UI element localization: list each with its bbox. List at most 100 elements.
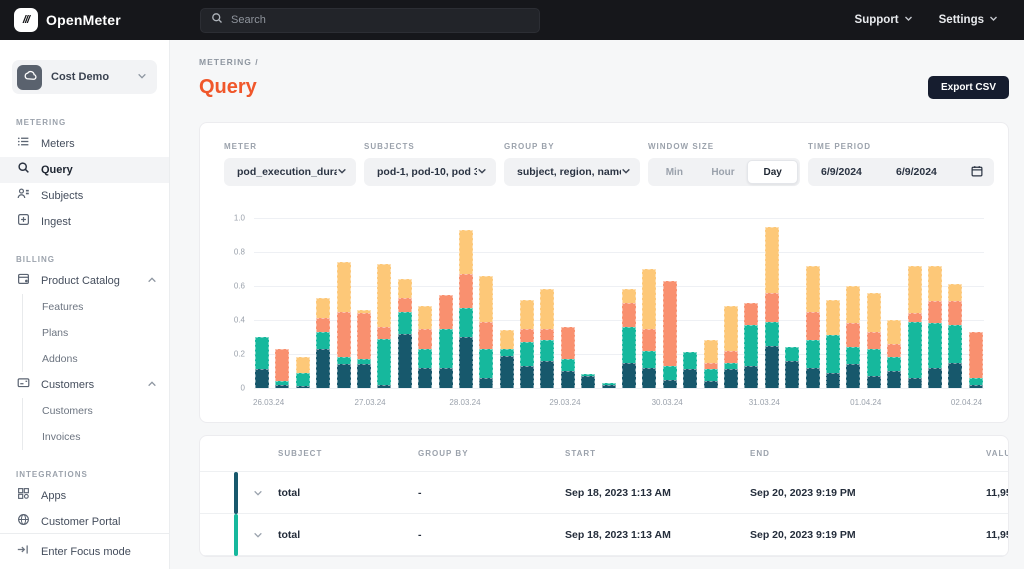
segment-navy xyxy=(948,362,963,388)
cell-end: Sep 20, 2023 9:19 PM xyxy=(750,487,856,499)
stacked-bar xyxy=(438,294,453,388)
segment-navy xyxy=(499,355,514,388)
column-header-group-by: GROUP BY xyxy=(418,449,469,458)
expand-row-button[interactable] xyxy=(238,530,278,540)
segment-salmon xyxy=(642,328,657,351)
sidebar-item-product-catalog[interactable]: Product Catalog xyxy=(0,268,169,294)
window-size-option-min[interactable]: Min xyxy=(650,160,699,184)
meter-select[interactable]: pod_execution_duration xyxy=(224,158,356,186)
brand[interactable]: /// OpenMeter xyxy=(0,8,186,32)
time-period-picker[interactable]: 6/9/2024 6/9/2024 xyxy=(808,158,994,186)
segment-teal xyxy=(723,362,738,370)
sub-items-product-catalog: Features Plans Addons xyxy=(22,294,169,372)
credit-card-icon xyxy=(17,376,30,394)
stacked-bar xyxy=(723,306,738,388)
chevron-down-icon xyxy=(621,166,631,179)
org-selector[interactable]: Cost Demo xyxy=(12,60,157,94)
sidebar-subitem-plans[interactable]: Plans xyxy=(23,320,169,346)
segment-amber xyxy=(907,265,922,314)
enter-focus-mode-button[interactable]: Enter Focus mode xyxy=(0,533,169,569)
group-by-select[interactable]: subject, region, namespace, lo xyxy=(504,158,640,186)
table-row[interactable]: total - Sep 18, 2023 1:13 AM Sep 20, 2023 9… xyxy=(200,472,1008,514)
plus-square-icon xyxy=(17,213,30,231)
globe-icon xyxy=(17,513,30,531)
segment-amber xyxy=(418,306,433,329)
segment-teal xyxy=(397,311,412,334)
segment-navy xyxy=(316,348,331,388)
stacked-bar xyxy=(560,326,575,388)
segment-salmon xyxy=(764,292,779,322)
window-size-option-hour[interactable]: Hour xyxy=(699,160,748,184)
table-row[interactable]: total - Sep 18, 2023 1:13 AM Sep 20, 2023 9… xyxy=(200,514,1008,556)
segment-teal xyxy=(927,323,942,368)
sidebar-item-apps[interactable]: Apps xyxy=(0,483,169,509)
segment-amber xyxy=(887,320,902,344)
sidebar-subitem-invoices[interactable]: Invoices xyxy=(23,424,169,450)
segment-salmon xyxy=(887,343,902,358)
stacked-bar xyxy=(458,229,473,388)
support-menu[interactable]: Support xyxy=(855,14,913,26)
stacked-bar xyxy=(581,374,596,388)
sidebar-item-ingest[interactable]: Ingest xyxy=(0,209,169,235)
calendar-icon[interactable] xyxy=(971,165,983,180)
segment-navy xyxy=(581,376,596,388)
segment-salmon xyxy=(846,323,861,348)
segment-navy xyxy=(968,384,983,388)
sidebar-subitem-features[interactable]: Features xyxy=(23,294,169,320)
y-axis-tick-label: 0.6 xyxy=(233,281,245,291)
sidebar-subitem-customers[interactable]: Customers xyxy=(23,398,169,424)
window-size-option-day[interactable]: Day xyxy=(747,160,799,184)
stacked-bar xyxy=(295,357,310,388)
segment-amber xyxy=(499,330,514,349)
segment-amber xyxy=(805,265,820,312)
sidebar-item-meters[interactable]: Meters xyxy=(0,131,169,157)
segment-salmon xyxy=(520,328,535,343)
sidebar-item-customers[interactable]: Customers xyxy=(0,372,169,398)
segment-navy xyxy=(479,377,494,388)
global-search-input[interactable]: Search xyxy=(200,7,540,33)
column-header-start: START xyxy=(565,449,597,458)
segment-navy xyxy=(846,364,861,388)
date-end[interactable]: 6/9/2024 xyxy=(896,166,966,178)
search-placeholder: Search xyxy=(231,14,266,26)
subjects-select[interactable]: pod-1, pod-10, pod 31 xyxy=(364,158,496,186)
segment-teal xyxy=(540,340,555,361)
sidebar-item-label: Customer Portal xyxy=(41,516,121,528)
sidebar-item-label: Subjects xyxy=(41,190,84,202)
segment-amber xyxy=(825,299,840,336)
segment-salmon xyxy=(458,274,473,309)
expand-row-button[interactable] xyxy=(238,488,278,498)
segment-teal xyxy=(805,340,820,368)
settings-menu[interactable]: Settings xyxy=(939,14,998,26)
stacked-bar xyxy=(805,265,820,388)
sidebar-item-customer-portal[interactable]: Customer Portal xyxy=(0,509,169,535)
sidebar-item-query[interactable]: Query xyxy=(0,157,169,183)
segment-navy xyxy=(785,360,800,388)
segment-salmon xyxy=(336,311,351,358)
section-label-integrations: INTEGRATIONS xyxy=(16,470,88,479)
segment-navy xyxy=(723,369,738,388)
segment-salmon xyxy=(968,331,983,378)
window-size-label: WINDOW SIZE xyxy=(648,142,715,151)
gridline: 0 xyxy=(241,384,984,393)
stacked-bar xyxy=(785,347,800,388)
x-axis-tick-label: 30.03.24 xyxy=(651,398,683,407)
segment-navy xyxy=(927,367,942,388)
sidebar-subitem-addons[interactable]: Addons xyxy=(23,346,169,372)
sidebar-item-subjects[interactable]: Subjects xyxy=(0,183,169,209)
segment-teal xyxy=(968,377,983,385)
segment-salmon xyxy=(744,303,759,326)
segment-salmon xyxy=(540,328,555,341)
stacked-bar xyxy=(622,289,637,388)
stacked-bar xyxy=(683,352,698,388)
export-csv-button[interactable]: Export CSV xyxy=(927,76,1009,99)
chevron-down-icon xyxy=(477,166,487,179)
segment-amber xyxy=(866,292,881,332)
segment-salmon xyxy=(418,328,433,349)
segment-teal xyxy=(662,365,677,380)
chevron-down-icon xyxy=(989,14,998,26)
segment-navy xyxy=(601,384,616,388)
y-axis-tick-label: 0.8 xyxy=(233,247,245,257)
openmeter-logo-icon: /// xyxy=(14,8,38,32)
date-start[interactable]: 6/9/2024 xyxy=(821,166,891,178)
